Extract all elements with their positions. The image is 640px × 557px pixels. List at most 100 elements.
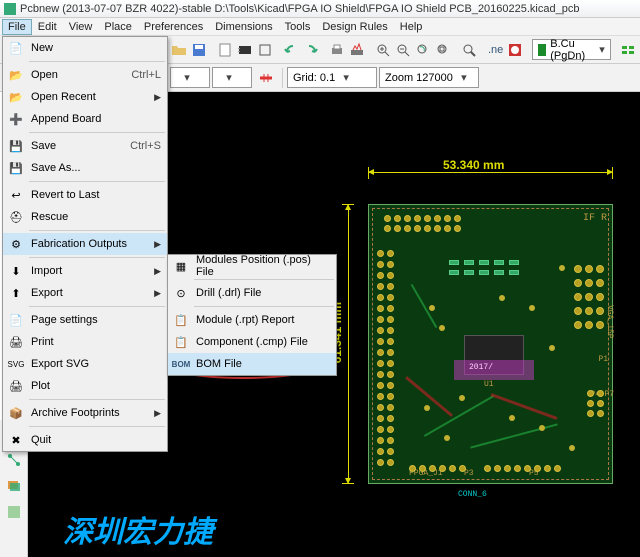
menu-archive-footprints[interactable]: 📦Archive Footprints▶ <box>3 402 167 424</box>
menu-export-svg[interactable]: SVGExport SVG <box>3 353 167 375</box>
file-icon: 📄 <box>7 39 25 57</box>
menu-export[interactable]: ⬆Export▶ <box>3 282 167 304</box>
menu-help[interactable]: Help <box>394 19 429 35</box>
fabrication-submenu: ▦Modules Position (.pos) File ⊙Drill (.d… <box>167 254 337 376</box>
menu-tools[interactable]: Tools <box>279 19 317 35</box>
chevron-right-icon: ▶ <box>154 288 161 299</box>
module-viewer-button[interactable] <box>256 38 274 62</box>
menu-print[interactable]: 🖨Print <box>3 331 167 353</box>
chevron-down-icon: ▾ <box>339 71 353 84</box>
menu-page-settings[interactable]: 📄Page settings <box>3 309 167 331</box>
auto-track-button[interactable] <box>254 66 278 90</box>
menu-file[interactable]: File <box>2 19 32 35</box>
print-button[interactable] <box>328 38 346 62</box>
menu-modules-pos[interactable]: ▦Modules Position (.pos) File <box>168 255 336 277</box>
rescue-icon: ⛑ <box>7 208 25 226</box>
find-button[interactable] <box>460 38 478 62</box>
chevron-right-icon: ▶ <box>154 266 161 277</box>
pos-icon: ▦ <box>172 257 190 275</box>
board-title: IF R <box>583 213 607 224</box>
zoom-redraw-button[interactable] <box>414 38 432 62</box>
undo-button[interactable] <box>282 38 300 62</box>
report-icon: 📋 <box>172 311 190 329</box>
layer-select[interactable]: B.Cu (PgDn) ▾ <box>532 39 611 60</box>
p7-label: P7 <box>604 390 614 399</box>
menu-bar: File Edit View Place Preferences Dimensi… <box>0 18 640 36</box>
module-editor-button[interactable] <box>236 38 254 62</box>
chevron-down-icon: ▾ <box>457 71 471 84</box>
quit-icon: ✖ <box>7 431 25 449</box>
dimension-line <box>368 172 613 173</box>
drc-button[interactable] <box>506 38 524 62</box>
menu-fabrication-outputs[interactable]: ⚙Fabrication Outputs▶ <box>3 233 167 255</box>
zoom-fit-button[interactable] <box>434 38 452 62</box>
chevron-down-icon: ▾ <box>597 43 607 56</box>
save-icon: 💾 <box>7 137 25 155</box>
window-title: Pcbnew (2013-07-07 BZR 4022)-stable D:\T… <box>20 3 579 15</box>
grid-text: Grid: 0.1 <box>293 72 335 84</box>
page-icon: 📄 <box>7 311 25 329</box>
menu-preferences[interactable]: Preferences <box>138 19 209 35</box>
menu-append-board[interactable]: ➕Append Board <box>3 108 167 130</box>
folder-icon: 📂 <box>7 66 25 84</box>
menu-place[interactable]: Place <box>98 19 138 35</box>
zoom-text: Zoom 127000 <box>385 72 453 84</box>
menu-bom-file[interactable]: BOMBOM File <box>168 353 336 375</box>
file-menu-dropdown: 📄New 📂OpenCtrl+L 📂Open Recent▶ ➕Append B… <box>2 36 168 452</box>
menu-dimensions[interactable]: Dimensions <box>209 19 278 35</box>
netlist-button[interactable]: .net <box>486 38 504 62</box>
zoom-out-button[interactable] <box>394 38 412 62</box>
bom-icon: BOM <box>172 355 190 373</box>
menu-component-file[interactable]: 📋Component (.cmp) File <box>168 331 336 353</box>
append-icon: ➕ <box>7 110 25 128</box>
pcb-board: /* generated below */ VGA_15P P1 U1 2017… <box>368 204 613 484</box>
menu-rescue[interactable]: ⛑Rescue <box>3 206 167 228</box>
layer-text: B.Cu (PgDn) <box>550 38 593 62</box>
menu-save-as[interactable]: 💾Save As... <box>3 157 167 179</box>
track-width-select[interactable]: ▾ <box>170 67 210 88</box>
print-icon: 🖨 <box>7 333 25 351</box>
menu-save[interactable]: 💾SaveCtrl+S <box>3 135 167 157</box>
zoom-select[interactable]: Zoom 127000 ▾ <box>379 67 479 88</box>
grid-select[interactable]: Grid: 0.1 ▾ <box>287 67 377 88</box>
drill-icon: ⊙ <box>172 284 190 302</box>
zoom-in-button[interactable] <box>374 38 392 62</box>
menu-new[interactable]: 📄New <box>3 37 167 59</box>
svg-text:.net: .net <box>488 44 503 56</box>
menu-quit[interactable]: ✖Quit <box>3 429 167 451</box>
chevron-right-icon: ▶ <box>154 92 161 103</box>
menu-edit[interactable]: Edit <box>32 19 63 35</box>
menu-import[interactable]: ⬇Import▶ <box>3 260 167 282</box>
date-label: 2017/ <box>469 363 493 372</box>
folder-recent-icon: 📂 <box>7 88 25 106</box>
export-icon: ⬆ <box>7 284 25 302</box>
chevron-right-icon: ▶ <box>154 239 161 250</box>
revert-icon: ↩ <box>7 186 25 204</box>
menu-drill-file[interactable]: ⊙Drill (.drl) File <box>168 282 336 304</box>
menu-plot[interactable]: 🖨Plot <box>3 375 167 397</box>
layers-icon[interactable] <box>2 474 26 498</box>
cmp-icon: 📋 <box>172 333 190 351</box>
fab-icon: ⚙ <box>7 235 25 253</box>
menu-open-recent[interactable]: 📂Open Recent▶ <box>3 86 167 108</box>
zones-icon[interactable] <box>2 500 26 524</box>
menu-design-rules[interactable]: Design Rules <box>316 19 393 35</box>
archive-icon: 📦 <box>7 404 25 422</box>
open-button[interactable] <box>170 38 188 62</box>
via-size-select[interactable]: ▾ <box>212 67 252 88</box>
page-settings-button[interactable] <box>216 38 234 62</box>
layer-swatch <box>538 44 546 56</box>
p1-label: P1 <box>598 355 608 364</box>
save-as-icon: 💾 <box>7 159 25 177</box>
redo-button[interactable] <box>302 38 320 62</box>
menu-view[interactable]: View <box>63 19 99 35</box>
mode-footprint-button[interactable] <box>619 38 637 62</box>
save-button[interactable] <box>190 38 208 62</box>
menu-open[interactable]: 📂OpenCtrl+L <box>3 64 167 86</box>
dimension-width: 53.340 mm <box>443 158 504 172</box>
app-icon <box>4 3 16 15</box>
menu-revert[interactable]: ↩Revert to Last <box>3 184 167 206</box>
menu-module-report[interactable]: 📋Module (.rpt) Report <box>168 309 336 331</box>
plot-icon: 🖨 <box>7 377 25 395</box>
plot-button[interactable] <box>348 38 366 62</box>
